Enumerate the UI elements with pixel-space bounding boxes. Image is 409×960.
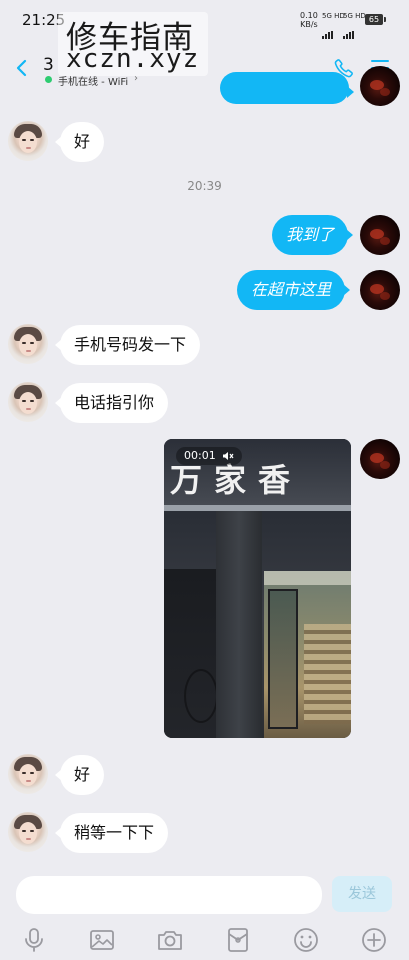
message-bubble[interactable]: 好 [54,755,105,795]
signal-label-2: 5G HD [343,12,366,20]
message-bubble[interactable]: 稍等一下下 [54,813,169,853]
video-frame-shelves [304,624,351,724]
contact-name[interactable]: 3 [43,55,54,75]
my-avatar[interactable] [360,66,400,106]
video-frame-door [268,589,298,729]
send-button[interactable]: 发送 [332,876,392,912]
watermark-url: xczn.xyz [66,44,200,74]
my-avatar[interactable] [360,439,400,479]
message-bubble[interactable]: 在超市这里 [237,270,351,310]
back-icon[interactable] [12,58,32,78]
mute-icon [223,452,234,460]
message-bubble-partial[interactable] [220,72,354,104]
signal-bars-2-icon [343,20,355,39]
message-bubble[interactable]: 好 [54,122,105,162]
video-message[interactable]: 万家香 [164,439,351,738]
camera-icon[interactable] [156,926,184,954]
signal-label-1: 5G HD [322,12,345,20]
message-input[interactable] [16,876,322,914]
image-icon[interactable] [88,926,116,954]
message-timestamp: 20:39 [187,179,222,193]
input-toolbar [0,920,409,960]
battery-icon: 65 [365,14,386,25]
my-avatar[interactable] [360,270,400,310]
video-frame-bike [184,669,218,723]
video-duration-badge: 00:01 [176,447,243,465]
contact-avatar[interactable] [8,324,48,364]
contact-avatar[interactable] [8,382,48,422]
message-bubble[interactable]: 电话指引你 [54,383,169,423]
my-avatar[interactable] [360,215,400,255]
network-speed-unit: KB/s [300,20,318,29]
contact-avatar[interactable] [8,121,48,161]
video-frame-light [264,571,351,585]
network-speed-value: 0.10 [300,11,318,20]
contact-avatar[interactable] [8,754,48,794]
microphone-icon[interactable] [20,926,48,954]
emoji-icon[interactable] [292,926,320,954]
signal-bars-1-icon [322,20,334,39]
message-bubble[interactable]: 手机号码发一下 [54,325,201,365]
video-duration: 00:01 [184,449,216,462]
battery-level: 65 [368,15,380,24]
network-speed: 0.10 KB/s [300,11,318,29]
message-composer: 发送 [0,870,409,916]
video-frame-pillar [216,511,262,738]
contact-avatar[interactable] [8,812,48,852]
red-packet-icon[interactable] [224,926,252,954]
plus-icon[interactable] [360,926,388,954]
message-bubble[interactable]: 我到了 [272,215,354,255]
online-status-dot [45,76,52,83]
